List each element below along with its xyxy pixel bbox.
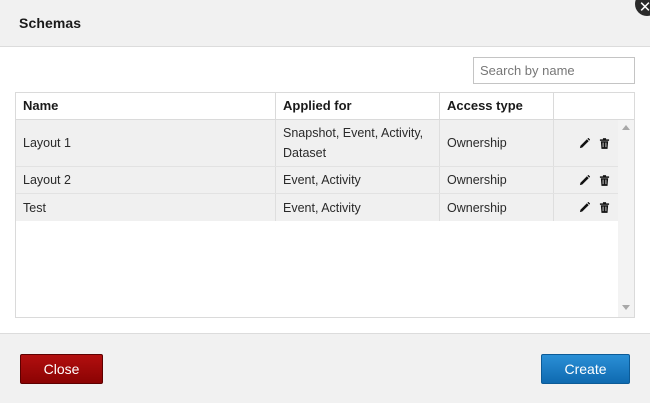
cell-name: Test — [16, 194, 276, 221]
close-button[interactable]: Close — [20, 354, 103, 384]
cell-access-type: Ownership — [440, 167, 554, 193]
scroll-up-arrow-icon[interactable] — [622, 125, 630, 130]
create-button[interactable]: Create — [541, 354, 630, 384]
cell-actions — [554, 194, 618, 221]
table-body: Layout 1 Snapshot, Event, Activity, Data… — [16, 120, 618, 221]
column-header-applied-for[interactable]: Applied for — [276, 93, 440, 119]
trash-icon[interactable] — [599, 137, 610, 149]
cell-actions — [554, 167, 618, 193]
cell-access-type: Ownership — [440, 120, 554, 166]
dialog-header: Schemas ✕ — [0, 0, 650, 47]
close-icon[interactable]: ✕ — [635, 0, 650, 16]
pencil-icon[interactable] — [579, 137, 590, 149]
schemas-table: Name Applied for Access type Layout 1 Sn… — [15, 92, 635, 318]
schemas-dialog: Schemas ✕ Name Applied for Access type L… — [0, 0, 650, 403]
table-header: Name Applied for Access type — [16, 93, 634, 120]
pencil-icon[interactable] — [579, 174, 590, 186]
table-row[interactable]: Test Event, Activity Ownership — [16, 194, 618, 221]
table-row[interactable]: Layout 2 Event, Activity Ownership — [16, 167, 618, 194]
column-header-actions — [554, 93, 634, 119]
column-header-access-type[interactable]: Access type — [440, 93, 554, 119]
dialog-title: Schemas — [19, 15, 82, 31]
dialog-footer: Close Create — [0, 333, 650, 403]
column-header-name[interactable]: Name — [16, 93, 276, 119]
cell-applied-for: Event, Activity — [276, 167, 440, 193]
cell-name: Layout 2 — [16, 167, 276, 193]
table-scrollbar[interactable] — [618, 120, 634, 317]
cell-actions — [554, 120, 618, 166]
table-row[interactable]: Layout 1 Snapshot, Event, Activity, Data… — [16, 120, 618, 167]
cell-applied-for: Snapshot, Event, Activity, Dataset — [276, 120, 440, 166]
search-input[interactable] — [473, 57, 635, 84]
pencil-icon[interactable] — [579, 202, 590, 213]
scroll-down-arrow-icon[interactable] — [622, 305, 630, 310]
trash-icon[interactable] — [599, 174, 610, 186]
cell-name: Layout 1 — [16, 120, 276, 166]
cell-access-type: Ownership — [440, 194, 554, 221]
trash-icon[interactable] — [599, 202, 610, 213]
cell-applied-for: Event, Activity — [276, 194, 440, 221]
